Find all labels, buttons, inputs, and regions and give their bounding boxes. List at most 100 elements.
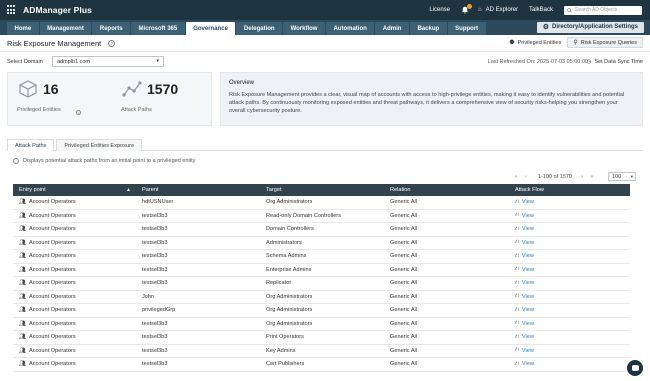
relation-cell: Generic All	[390, 320, 418, 327]
notification-bell-icon[interactable]	[461, 4, 473, 14]
attack-flow-cell: ⛙ View	[509, 280, 630, 287]
tab-admin[interactable]: Admin	[375, 22, 409, 35]
risk-exposure-queries-button[interactable]: ⚲ Risk Exposure Queries	[567, 37, 643, 48]
prev-page-icon[interactable]: ‹	[522, 174, 530, 180]
parent-cell: privilegedGrp	[142, 307, 176, 314]
flow-icon: ⛙	[515, 252, 519, 259]
domain-select[interactable]: admplb1.com ▾	[52, 56, 164, 67]
page-title-row: Risk Exposure Management ?	[7, 39, 116, 48]
relation-cell: Generic All	[390, 347, 418, 354]
first-page-icon[interactable]: «	[512, 174, 520, 180]
flow-icon: ⛙	[515, 279, 519, 286]
flow-icon: ⛙	[515, 306, 519, 313]
entry-point-text: Account Operators	[28, 212, 76, 219]
search-icon	[567, 7, 572, 13]
attack-flow-cell: ⛙ View	[509, 266, 630, 273]
privileged-entities-label: Privileged Entities	[517, 39, 562, 46]
next-page-icon[interactable]: ›	[578, 174, 586, 180]
tab-microsoft-365[interactable]: Microsoft 365	[131, 22, 185, 35]
parent-cell: testsel3b3	[142, 320, 168, 327]
table-body: 👥︎ Account Operators hdtUSNUser Org Adminis…	[13, 196, 630, 372]
target-cell: Org Administrators	[266, 307, 313, 314]
sort-asc-icon[interactable]: ▲	[126, 187, 131, 193]
column-relation[interactable]: Relation	[385, 187, 509, 193]
license-link[interactable]: License	[429, 7, 450, 13]
tab-attack-paths[interactable]: Attack Paths	[7, 139, 55, 151]
relation-cell: Generic All	[390, 293, 418, 300]
view-link[interactable]: View	[522, 361, 534, 367]
entry-point-text: Account Operators	[28, 266, 76, 273]
top-bar: ADManager Plus License ⌂ AD Explorer Tal…	[0, 0, 650, 20]
relation-cell: Generic All	[390, 226, 418, 233]
tab-management[interactable]: Management	[39, 22, 92, 35]
talkback-link[interactable]: TalkBack	[529, 7, 553, 13]
info-icon[interactable]: i	[76, 110, 81, 115]
chat-icon	[631, 365, 639, 371]
tab-reports[interactable]: Reports	[92, 22, 131, 35]
view-link[interactable]: View	[522, 348, 534, 354]
tab-delegation[interactable]: Delegation	[236, 22, 283, 35]
attack-flow-cell: ⛙ View	[509, 347, 630, 354]
view-link[interactable]: View	[522, 321, 534, 327]
set-data-sync-button[interactable]: ◷ Set Data Sync Time	[587, 59, 643, 65]
column-attack-flow[interactable]: Attack Flow	[509, 187, 630, 193]
users-icon: 👥︎	[19, 307, 26, 314]
users-icon: 👥︎	[19, 226, 26, 233]
view-link[interactable]: View	[522, 226, 534, 232]
parent-cell: testsel3b3	[142, 266, 168, 273]
column-parent[interactable]: Parent	[137, 187, 261, 193]
page-size-select[interactable]: 100 ▾	[608, 172, 636, 181]
privileged-entities-button[interactable]: ⚉ Privileged Entities	[509, 39, 562, 47]
gear-icon: ⚙	[542, 24, 549, 31]
view-link[interactable]: View	[522, 253, 534, 259]
view-link[interactable]: View	[522, 280, 534, 286]
chat-bot-button[interactable]	[627, 360, 643, 376]
relation-cell: Generic All	[390, 361, 418, 368]
flow-icon: ⛙	[515, 266, 519, 273]
last-page-icon[interactable]: »	[588, 174, 596, 180]
ad-explorer-link[interactable]: AD Explorer	[486, 7, 518, 13]
directory-settings-button[interactable]: ⚙ Directory/Application Settings	[536, 21, 644, 33]
parent-cell: testsel3b3	[142, 253, 168, 260]
column-target[interactable]: Target	[261, 187, 385, 193]
entry-point-cell: 👥︎ Account Operators	[13, 361, 137, 367]
attack-paths-stat-label: Attack Paths	[121, 107, 152, 113]
attack-flow-cell: ⛙ View	[509, 226, 630, 233]
path-graph-icon	[122, 81, 142, 97]
overview-card: Overview Risk Exposure Management provid…	[220, 72, 643, 126]
table-row: 👥︎ Account Operators testsel3b3 Cert Publis…	[13, 358, 630, 372]
attack-paths-count: 1570	[147, 81, 179, 97]
tab-governance[interactable]: Governance	[185, 22, 236, 35]
entry-point-text: Account Operators	[28, 280, 76, 287]
view-link[interactable]: View	[522, 199, 534, 205]
flow-icon: ⛙	[515, 320, 519, 327]
select-domain-label: Select Domain	[7, 59, 43, 65]
view-link[interactable]: View	[522, 213, 534, 219]
tab-privileged-entities-exposure[interactable]: Privileged Entities Exposure	[56, 139, 143, 151]
flow-icon: ⛙	[515, 225, 519, 232]
pagination: « ‹ 1-100 of 1570 › » 100 ▾	[512, 172, 636, 181]
view-link[interactable]: View	[522, 307, 534, 313]
stats-card: 16 Privileged Entities i 1570 Attack Pat…	[7, 72, 212, 126]
ad-search-input[interactable]: Search AD Objects	[564, 5, 642, 15]
tab-backup[interactable]: Backup	[409, 22, 447, 35]
app-grid-icon[interactable]	[7, 5, 17, 15]
flow-icon: ⛙	[515, 360, 519, 367]
view-link[interactable]: View	[522, 294, 534, 300]
target-cell: Org Administrators	[266, 293, 313, 300]
tab-support[interactable]: Support	[447, 22, 486, 35]
column-entry-point[interactable]: Entry point ▲	[13, 187, 137, 193]
view-link[interactable]: View	[522, 334, 534, 340]
tab-automation[interactable]: Automation	[325, 22, 375, 35]
tab-home[interactable]: Home	[7, 22, 39, 35]
target-cell: Enterprise Admins	[266, 266, 312, 273]
view-link[interactable]: View	[522, 267, 534, 273]
tab-workflow[interactable]: Workflow	[283, 22, 325, 35]
help-icon[interactable]: ?	[108, 40, 116, 47]
entry-point-cell: 👥︎ Account Operators	[13, 199, 137, 205]
attack-flow-cell: ⛙ View	[509, 253, 630, 260]
entry-point-cell: 👥︎ Account Operators	[13, 294, 137, 300]
view-link[interactable]: View	[522, 240, 534, 246]
search-placeholder: Search AD Objects	[575, 7, 618, 13]
target-cell: Domain Controllers	[266, 226, 314, 233]
